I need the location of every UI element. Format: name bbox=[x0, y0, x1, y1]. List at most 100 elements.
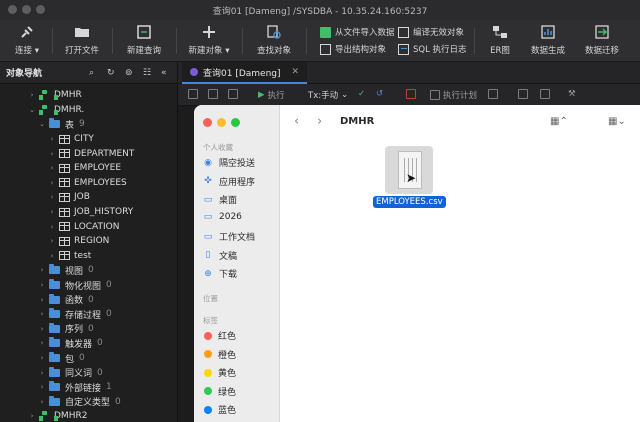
tree-item-schema[interactable]: › DMHR bbox=[0, 88, 178, 103]
tree-item-folder[interactable]: › 视图 0 bbox=[0, 263, 178, 278]
chevron-right-icon[interactable]: › bbox=[48, 179, 56, 187]
collapse-icon[interactable]: « bbox=[161, 68, 171, 78]
data-generate-button[interactable]: 数据生成 bbox=[528, 24, 568, 56]
export-structure-button[interactable]: 导出结构对象 bbox=[320, 43, 386, 55]
connect-button[interactable]: 连接 ▾ bbox=[10, 24, 44, 56]
tree-item-table[interactable]: › EMPLOYEES bbox=[0, 176, 178, 191]
chevron-right-icon[interactable]: › bbox=[38, 383, 46, 391]
tag-label: 蓝色 bbox=[218, 406, 237, 416]
back-icon[interactable]: ‹ bbox=[294, 114, 299, 129]
refresh-icon[interactable]: ↻ bbox=[107, 68, 117, 78]
tag-item[interactable]: 橙色 bbox=[203, 348, 236, 361]
compile-invalid-button[interactable]: 编译无效对象 bbox=[398, 26, 464, 38]
chevron-right-icon[interactable]: › bbox=[28, 412, 36, 420]
chevron-right-icon[interactable]: › bbox=[48, 252, 56, 260]
tree-item-folder[interactable]: › 触发器 0 bbox=[0, 336, 178, 351]
tree-item-folder[interactable]: › 存储过程 0 bbox=[0, 307, 178, 322]
format-icon[interactable] bbox=[540, 89, 550, 99]
chevron-right-icon[interactable]: › bbox=[38, 296, 46, 304]
tree-item-folder[interactable]: › 自定义类型 0 bbox=[0, 395, 178, 410]
tree-item-folder[interactable]: › 物化视图 0 bbox=[0, 278, 178, 293]
stop-icon[interactable] bbox=[406, 89, 416, 99]
options-icon[interactable] bbox=[488, 89, 498, 99]
chevron-right-icon[interactable]: › bbox=[48, 223, 56, 231]
favorite-item[interactable]: ▭ 2026 bbox=[203, 212, 242, 222]
tree-item-folder[interactable]: › 外部链接 1 bbox=[0, 380, 178, 395]
file-item[interactable] bbox=[385, 146, 433, 194]
chevron-right-icon[interactable]: › bbox=[48, 135, 56, 143]
view-options-icon[interactable]: ▦⌄ bbox=[608, 116, 626, 127]
tree-item-folder[interactable]: › 序列 0 bbox=[0, 322, 178, 337]
execute-button[interactable]: ▶ 执行 bbox=[258, 89, 285, 101]
chevron-right-icon[interactable]: › bbox=[38, 398, 46, 406]
import-data-button[interactable]: 从文件导入数据 bbox=[320, 26, 395, 38]
tree-item-table[interactable]: › DEPARTMENT bbox=[0, 146, 178, 161]
chevron-right-icon[interactable]: › bbox=[48, 208, 56, 216]
tree-item-table[interactable]: › CITY bbox=[0, 132, 178, 147]
favorite-item[interactable]: ⊕ 下载 bbox=[203, 267, 237, 281]
new-object-button[interactable]: 新建对象 ▾ bbox=[186, 24, 232, 56]
chevron-right-icon[interactable]: › bbox=[38, 325, 46, 333]
forward-icon[interactable]: › bbox=[317, 114, 322, 129]
grid-view-icon[interactable]: ▦⌃ bbox=[550, 116, 568, 127]
dialog-close-button[interactable] bbox=[203, 118, 212, 127]
dialog-minimize-button[interactable] bbox=[217, 118, 226, 127]
chevron-right-icon[interactable]: › bbox=[38, 354, 46, 362]
chevron-down-icon[interactable]: ⌄ bbox=[28, 106, 36, 114]
tree-item-folder[interactable]: › 函数 0 bbox=[0, 292, 178, 307]
favorite-item[interactable]: ▭ 工作文档 bbox=[203, 230, 255, 244]
find-object-button[interactable]: 查找对象 bbox=[252, 24, 296, 56]
tree-item-table[interactable]: › LOCATION bbox=[0, 219, 178, 234]
sql-log-button[interactable]: SQL 执行日志 bbox=[398, 43, 467, 55]
chevron-right-icon[interactable]: › bbox=[38, 266, 46, 274]
chevron-right-icon[interactable]: › bbox=[48, 193, 56, 201]
tab-query01[interactable]: 查询01 [Dameng] ✕ bbox=[182, 62, 308, 84]
favorite-item[interactable]: ◉ 隔空投送 bbox=[203, 156, 255, 170]
er-diagram-button[interactable]: ER图 bbox=[486, 24, 514, 56]
search-icon[interactable]: ⌕ bbox=[89, 68, 99, 78]
tree-item-table[interactable]: › test bbox=[0, 249, 178, 264]
file-name-label[interactable]: EMPLOYEES.csv bbox=[373, 196, 446, 208]
chevron-down-icon[interactable]: ⌄ bbox=[38, 120, 46, 128]
tree-item-schema[interactable]: › DMHR2 bbox=[0, 409, 178, 422]
tree-item-folder[interactable]: › 包 0 bbox=[0, 351, 178, 366]
favorite-item[interactable]: ▭ 桌面 bbox=[203, 193, 237, 207]
comment-icon[interactable] bbox=[518, 89, 528, 99]
save-as-icon[interactable] bbox=[228, 89, 238, 99]
favorite-item[interactable]: ▯ 文稿 bbox=[203, 249, 238, 262]
favorite-item[interactable]: ✜ 应用程序 bbox=[203, 175, 255, 188]
filter-icon[interactable]: ⊚ bbox=[125, 68, 135, 78]
dialog-zoom-button[interactable] bbox=[231, 118, 240, 127]
tree-item-schema[interactable]: ⌄ DMHR. bbox=[0, 103, 178, 118]
chevron-right-icon[interactable]: › bbox=[38, 369, 46, 377]
tree-item-table[interactable]: › EMPLOYEE bbox=[0, 161, 178, 176]
commit-icon[interactable]: ✓ bbox=[358, 89, 365, 99]
open-file-button[interactable]: 打开文件 bbox=[60, 24, 104, 56]
tx-mode-select[interactable]: Tx:手动 ⌄ bbox=[308, 89, 348, 101]
tree-item-table[interactable]: › JOB bbox=[0, 190, 178, 205]
tree-item-table[interactable]: › JOB_HISTORY bbox=[0, 205, 178, 220]
chevron-right-icon[interactable]: › bbox=[48, 150, 56, 158]
close-tab-icon[interactable]: ✕ bbox=[292, 67, 300, 77]
new-query-button[interactable]: 新建查询 bbox=[122, 24, 166, 56]
beautify-icon[interactable]: ⚒ bbox=[568, 89, 576, 99]
tree-item-folder[interactable]: ⌄ 表 9 bbox=[0, 117, 178, 132]
chevron-right-icon[interactable]: › bbox=[28, 91, 36, 99]
chevron-right-icon[interactable]: › bbox=[38, 339, 46, 347]
rollback-icon[interactable]: ↺ bbox=[376, 89, 383, 99]
grid-icon[interactable]: ☷ bbox=[143, 68, 153, 78]
chevron-right-icon[interactable]: › bbox=[38, 281, 46, 289]
tag-item[interactable]: 红色 bbox=[203, 329, 236, 342]
chevron-right-icon[interactable]: › bbox=[48, 164, 56, 172]
chevron-right-icon[interactable]: › bbox=[48, 237, 56, 245]
tag-item[interactable]: 蓝色 bbox=[203, 403, 236, 416]
explain-plan-button[interactable]: 执行计划 bbox=[430, 89, 477, 101]
chevron-right-icon[interactable]: › bbox=[38, 310, 46, 318]
data-migrate-button[interactable]: 数据迁移 bbox=[582, 24, 622, 56]
tree-item-folder[interactable]: › 同义词 0 bbox=[0, 365, 178, 380]
tree-item-table[interactable]: › REGION bbox=[0, 234, 178, 249]
save-icon[interactable] bbox=[208, 89, 218, 99]
tag-item[interactable]: 绿色 bbox=[203, 385, 236, 398]
folder-icon[interactable] bbox=[188, 89, 198, 99]
tag-item[interactable]: 黄色 bbox=[203, 366, 236, 379]
